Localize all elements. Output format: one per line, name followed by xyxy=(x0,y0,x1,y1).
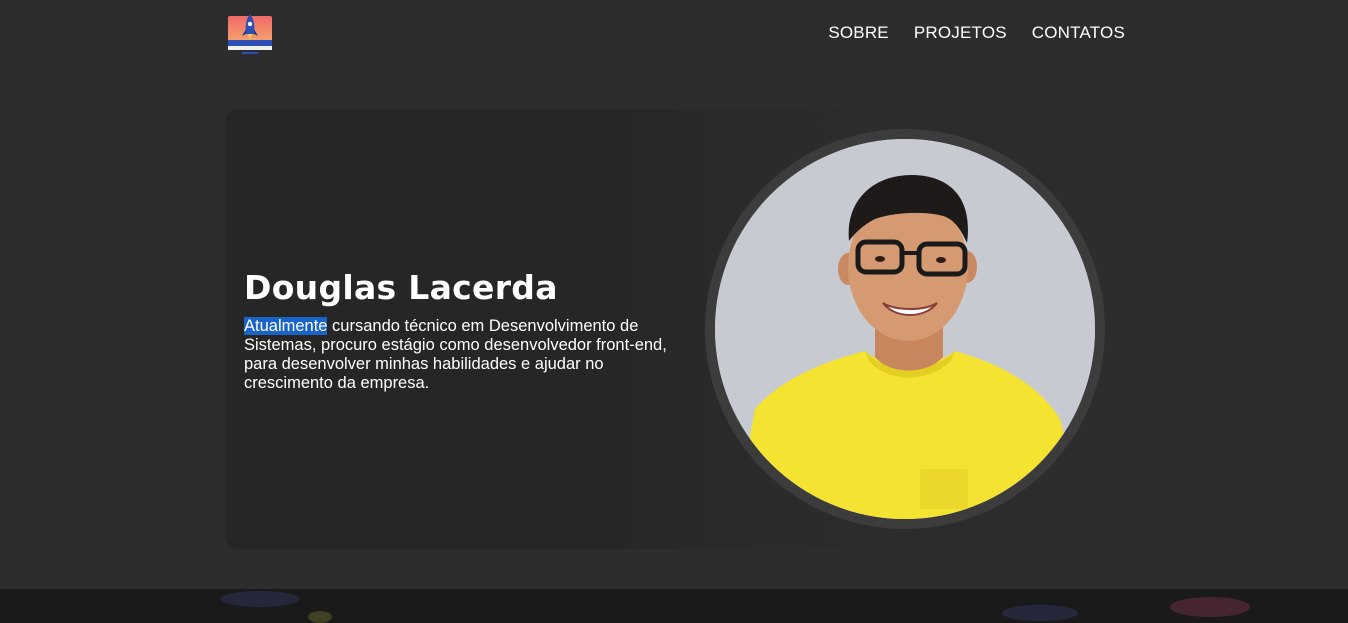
main-nav: SOBRE PROJETOS CONTATOS xyxy=(828,23,1125,43)
nav-link-contatos[interactable]: CONTATOS xyxy=(1032,23,1125,43)
page: SOBRE PROJETOS CONTATOS Douglas Lacerda … xyxy=(0,0,1348,623)
next-section-preview xyxy=(0,589,1348,623)
header: SOBRE PROJETOS CONTATOS xyxy=(0,0,1348,70)
hero-description: Atualmente cursando técnico em Desenvolv… xyxy=(244,317,684,393)
nav-link-projetos[interactable]: PROJETOS xyxy=(914,23,1007,43)
hero-name: Douglas Lacerda xyxy=(244,268,558,307)
nav-link-sobre[interactable]: SOBRE xyxy=(828,23,889,43)
profile-photo xyxy=(715,139,1095,519)
selected-text: Atualmente xyxy=(244,317,328,335)
rocket-logo-icon[interactable] xyxy=(228,12,272,56)
profile-photo-frame xyxy=(705,129,1105,529)
